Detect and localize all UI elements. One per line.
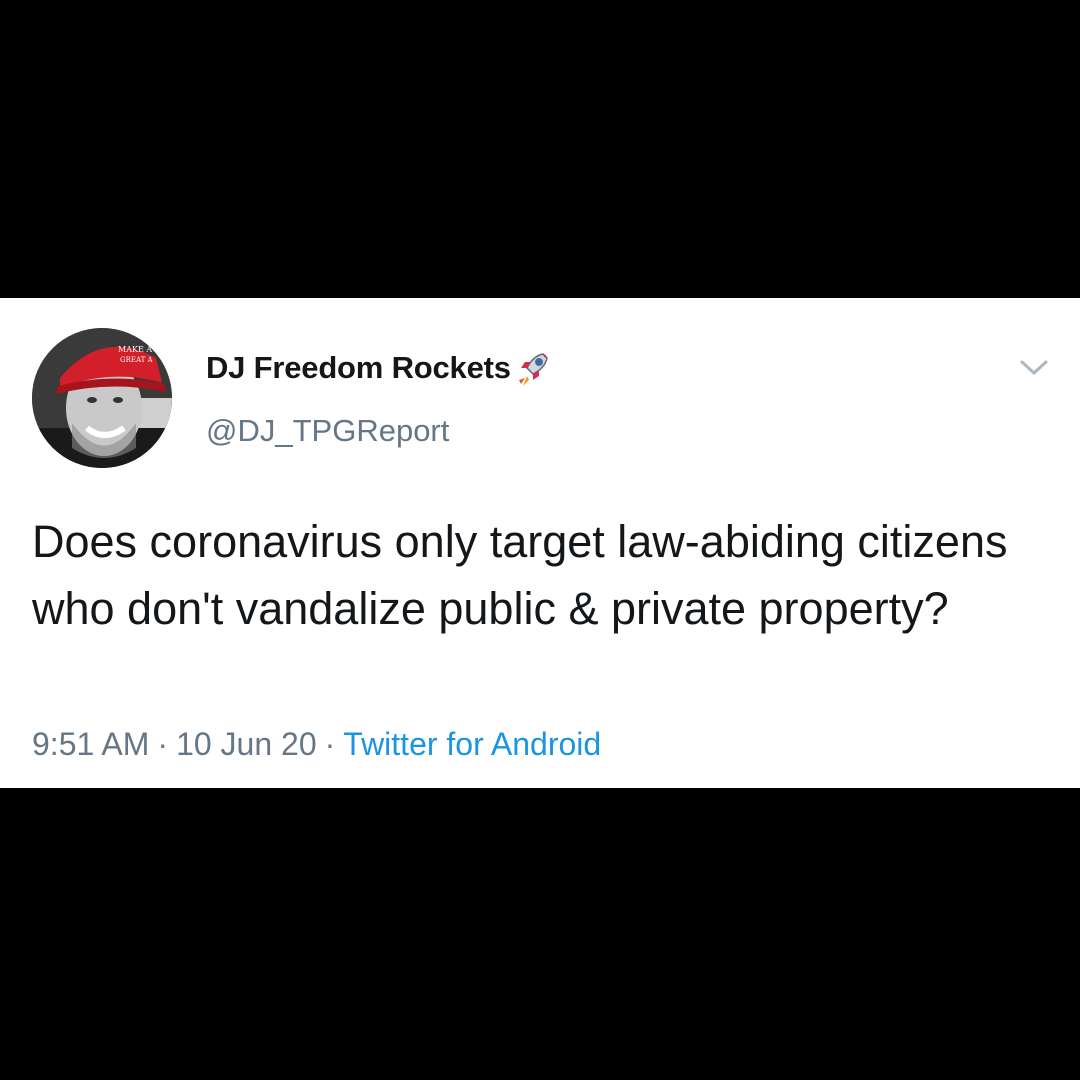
tweet-time[interactable]: 9:51 AM xyxy=(32,726,149,762)
author-name-row[interactable]: DJ Freedom Rockets xyxy=(206,348,553,388)
tweet-text: Does coronavirus only target law-abiding… xyxy=(32,516,1008,634)
meta-separator: · xyxy=(324,726,336,762)
author-handle[interactable]: @DJ_TPGReport xyxy=(206,413,449,449)
tweet-meta: 9:51 AM · 10 Jun 20 · Twitter for Android xyxy=(32,726,601,763)
image-frame: MAKE A GREAT A DJ Freedom Rockets @DJ_TP… xyxy=(0,0,1080,1080)
meta-separator: · xyxy=(157,726,169,762)
tweet-card: MAKE A GREAT A DJ Freedom Rockets @DJ_TP… xyxy=(0,298,1080,788)
chevron-down-icon[interactable] xyxy=(1016,354,1052,380)
avatar-image: MAKE A GREAT A xyxy=(32,328,172,468)
avatar[interactable]: MAKE A GREAT A xyxy=(32,328,172,468)
tweet-source-link[interactable]: Twitter for Android xyxy=(343,726,601,762)
tweet-date[interactable]: 10 Jun 20 xyxy=(176,726,317,762)
author-display-name[interactable]: DJ Freedom Rockets xyxy=(206,350,511,386)
avatar-cap-line-2: GREAT A xyxy=(120,356,154,364)
avatar-cap-line-1: MAKE A xyxy=(118,345,152,354)
rocket-icon xyxy=(518,353,548,386)
